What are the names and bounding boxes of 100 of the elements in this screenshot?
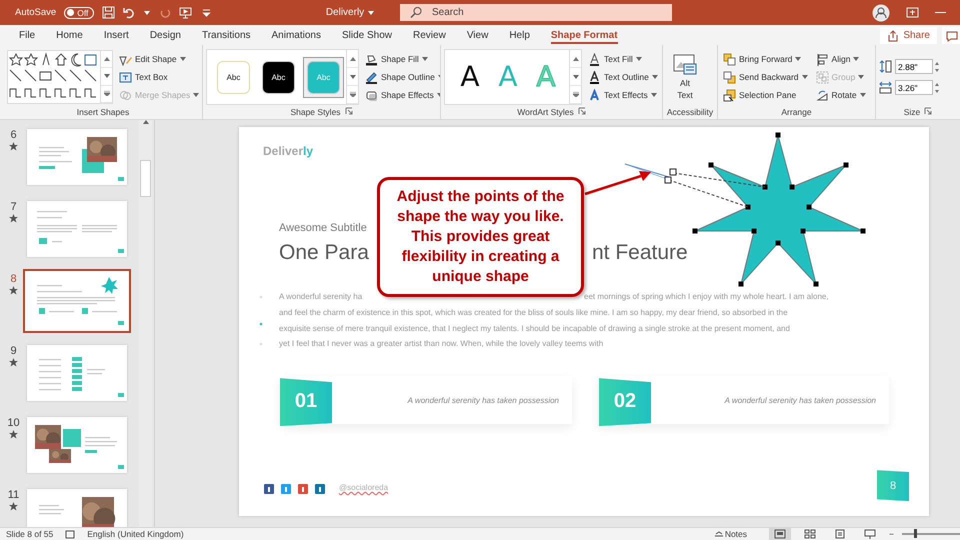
feature-text: A wonderful serenity has taken possession [408,396,560,405]
align-button[interactable]: Align [814,50,868,68]
pen-outline-icon [365,70,378,84]
callout-text: Adjust the points of the shape the way you like. This provides great flexibility in creating a unique shape [377,177,584,298]
font-color-icon [588,52,601,66]
body-text: eet mornings of spring which I enjoy with my whole heart. I am alone, [584,291,829,304]
spelling-check-icon [65,530,76,539]
callout-arrow [584,171,651,196]
number-badge: 02 [599,376,651,426]
align-icon [816,52,829,66]
twitter-icon[interactable] [281,484,291,494]
group-label: Size [904,107,920,117]
slide-number: 9 [10,345,17,358]
shape-effects-icon [365,88,378,102]
group-label: Accessibility [666,107,714,117]
height-field[interactable]: 2.88" [895,59,933,74]
autosave-label: AutoSave [15,7,56,18]
zoom-thumb[interactable] [914,529,917,538]
language-label[interactable]: English (United Kingdom) [87,529,184,540]
slide-thumbnail[interactable] [27,201,127,258]
search-icon [410,6,423,19]
more-icon [572,92,578,97]
star-icon [9,142,18,152]
body-text: A wonderful serenity ha [279,291,362,304]
view-button[interactable] [769,528,792,540]
ribbon-tab[interactable]: View [458,25,496,45]
ribbon-tab[interactable]: Review [405,25,454,45]
shape-fill-button[interactable]: Shape Fill [363,50,440,68]
caret-icon [368,10,374,14]
text-box-button[interactable]: Text Box [117,68,202,86]
facebook-icon[interactable] [264,484,274,494]
search-field[interactable]: Search [400,4,672,21]
group-label: Shape Styles [290,107,341,117]
slide-counter: Slide 8 of 55 [6,529,54,540]
more-icon [104,91,110,96]
text-fill-button[interactable]: Text Fill [586,50,660,68]
control-handle-drawing[interactable] [624,164,766,208]
ribbon-display-icon [906,6,919,19]
normal-view-icon [774,529,786,540]
comments-button[interactable] [942,27,960,44]
selection-pane-button[interactable]: Selection Pane [721,86,810,104]
shape-style-swatch[interactable]: Abc [262,60,295,94]
zoom-out-button[interactable]: − [889,529,894,540]
page-number-badge: 8 [877,470,909,502]
shape-style-swatch[interactable]: Abc [217,60,250,94]
alt-text-button[interactable]: Alt Text [666,52,704,102]
ribbon-tab[interactable]: File [11,25,44,45]
google-plus-icon[interactable] [298,484,308,494]
more-icon [350,92,356,97]
wordart-style[interactable]: A [451,57,489,97]
caret-icon [795,57,802,61]
bring-forward-button[interactable]: Bring Forward [721,50,810,68]
caret-icon [350,74,356,78]
caret-icon [104,74,110,78]
star-icon [9,430,18,440]
group-label: WordArt Styles [517,107,574,117]
autosave-toggle[interactable]: Off [64,6,94,18]
caret-icon [860,93,866,97]
reading-view-icon [834,529,846,540]
notes-button[interactable]: Notes [714,529,748,540]
star-shape[interactable] [692,132,866,287]
bring-forward-icon [723,52,736,66]
share-button[interactable]: Share [880,27,937,44]
dialog-launcher-icon [924,107,932,116]
slide-number: 11 [8,489,20,502]
image-text-icon [673,54,697,74]
ribbon-tab[interactable]: Help [501,25,538,45]
rotate-icon [816,88,829,102]
linkedin-icon[interactable] [315,484,325,494]
group-icon [816,70,829,84]
ribbon-tab[interactable]: Insert [96,25,137,45]
shape-outline-button[interactable]: Shape Outline [363,68,440,86]
slide-number: 10 [7,417,20,430]
paint-bucket-icon [365,52,378,66]
text-effects-button[interactable]: Text Effects [586,86,660,104]
width-field[interactable]: 3.26" [895,80,933,95]
comment-icon [946,30,958,42]
share-icon [887,30,900,42]
rotate-button[interactable]: Rotate [814,86,868,104]
edit-shape-button[interactable]: Edit Shape [117,50,202,68]
shape-effects-button[interactable]: Shape Effects [363,86,440,104]
document-title[interactable]: Deliverly [300,6,400,19]
text-outline-button[interactable]: Text Outline [586,68,660,86]
ribbon-tab[interactable]: Design [142,25,189,45]
slide-number: 6 [10,129,17,142]
caret-icon [144,10,150,14]
scrollbar[interactable] [139,120,152,528]
slide-thumbnail[interactable] [27,345,127,402]
ribbon-tab[interactable]: Home [48,25,91,45]
slide-thumbnail[interactable] [27,129,127,186]
spinner-icon [935,82,939,92]
ribbon-tab[interactable]: Transitions [194,25,259,45]
slide-thumbnail[interactable] [27,417,127,474]
ribbon-tab[interactable]: Shape Format [542,25,626,45]
send-backward-button[interactable]: Send Backward [721,68,810,86]
ribbon-tab[interactable]: Slide Show [334,25,400,45]
ribbon-tab[interactable]: Animations [264,25,329,45]
scrollbar-thumb[interactable] [140,160,151,198]
slideshow-view-icon [864,529,876,540]
caret-icon [193,93,200,97]
